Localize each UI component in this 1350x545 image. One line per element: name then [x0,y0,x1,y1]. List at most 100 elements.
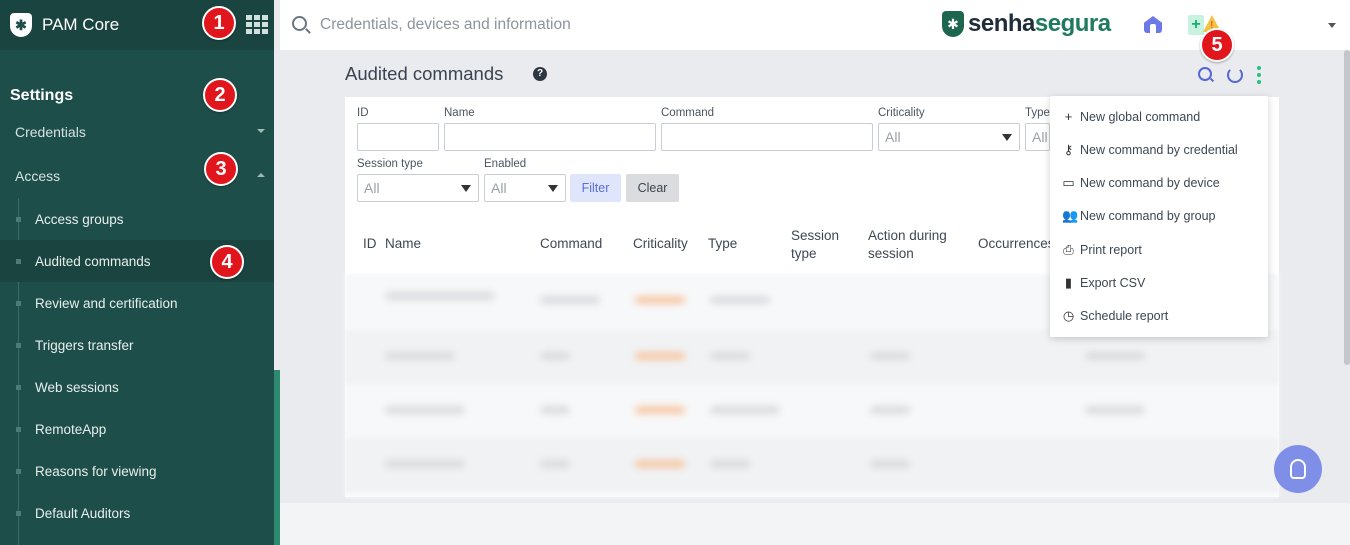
command-filter-label: Command [661,107,715,119]
tips-button[interactable] [1274,445,1322,493]
column-header-type[interactable]: Type [708,235,737,253]
step-marker-5: 5 [1200,28,1234,62]
logo-icon: ✱ [10,13,32,37]
menu-item-new-command-by-credential[interactable]: ⚷ New command by credential [1050,133,1268,166]
step-marker-2: 2 [203,78,237,112]
session-type-select[interactable]: All [357,174,479,202]
criticality-select-value: All [885,129,901,145]
users-icon: 👥 [1062,208,1079,223]
name-filter-input[interactable] [444,123,656,151]
search-toggle-icon[interactable] [1198,67,1212,81]
menu-item-export-csv[interactable]: ▮ Export CSV [1050,266,1268,299]
lightbulb-icon [1290,459,1306,479]
more-options-icon[interactable] [1257,66,1261,84]
dropdown-arrow-icon [1002,134,1012,141]
menu-item-new-command-by-device[interactable]: ▭ New command by device [1050,166,1268,199]
bullet-icon [16,342,21,348]
apps-grid-icon[interactable] [246,15,268,34]
sidebar-item-web-sessions[interactable]: Web sessions [0,366,274,408]
menu-item-new-global-command[interactable]: + New global command [1050,100,1268,133]
column-header-action-during-session[interactable]: Action during session [868,227,968,263]
home-icon[interactable] [1144,16,1162,33]
bullet-icon [16,300,21,306]
criticality-select[interactable]: All [878,123,1020,151]
session-type-select-value: All [364,180,380,196]
sidebar-item-label: Audited commands [35,253,151,269]
sidebar-section-access[interactable]: Access [15,168,60,184]
sidebar-item-remoteapp[interactable]: RemoteApp [0,408,274,450]
menu-item-schedule-report[interactable]: ◷ Schedule report [1050,299,1268,332]
clear-button[interactable]: Clear [626,174,679,202]
user-menu-chevron-icon[interactable] [1328,23,1336,28]
more-options-menu: + New global command ⚷ New command by cr… [1050,96,1268,337]
sidebar-item-default-auditors[interactable]: Default Auditors [0,492,274,534]
sidebar-section-credentials[interactable]: Credentials [15,124,86,140]
bullet-icon [16,216,21,222]
enabled-select[interactable]: All [484,174,566,202]
column-header-criticality[interactable]: Criticality [633,235,688,253]
brand-logo: ✱ senha segura [942,10,1111,38]
sidebar-item-reasons-viewing[interactable]: Reasons for viewing [0,450,274,492]
column-header-session-type[interactable]: Session type [791,227,851,263]
clock-icon: ◷ [1062,308,1075,323]
menu-item-label: Print report [1080,242,1142,257]
menu-item-label: New command by device [1080,175,1220,190]
criticality-filter-label: Criticality [878,107,925,119]
enabled-select-value: All [491,180,507,196]
filter-button[interactable]: Filter [570,174,621,202]
column-header-command[interactable]: Command [540,235,602,253]
command-filter-input[interactable] [661,123,873,151]
help-icon[interactable]: ? [533,67,547,81]
bullet-icon [16,258,21,264]
settings-title: Settings [10,87,74,104]
menu-item-label: New command by group [1080,208,1216,223]
bullet-icon [16,468,21,474]
menu-item-label: New command by credential [1080,142,1238,157]
menu-item-new-command-by-group[interactable]: 👥 New command by group [1050,199,1268,232]
page-title: Audited commands [345,63,504,84]
dropdown-arrow-icon [461,185,471,192]
type-select[interactable]: All [1025,123,1050,151]
type-select-value: All [1032,129,1048,145]
session-type-filter-label: Session type [357,158,423,170]
step-marker-1: 1 [202,6,236,40]
id-filter-label: ID [357,107,369,119]
chevron-down-icon[interactable] [257,129,265,133]
enabled-filter-label: Enabled [484,158,527,170]
sidebar-item-access-groups[interactable]: Access groups [0,198,274,240]
sidebar-item-label: Web sessions [35,379,119,395]
brand-shield-icon: ✱ [942,11,964,37]
sidebar-item-review-certification[interactable]: Review and certification [0,282,274,324]
sidebar-item-label: Reasons for viewing [35,463,157,479]
sidebar-item-label: Default Auditors [35,505,131,521]
dropdown-arrow-icon [548,185,558,192]
step-marker-3: 3 [204,152,238,186]
bullet-icon [16,510,21,516]
sidebar-item-triggers-transfer[interactable]: Triggers transfer [0,324,274,366]
sidebar-item-label: RemoteApp [35,421,107,437]
column-header-name[interactable]: Name [385,235,421,253]
file-icon: ▮ [1064,275,1073,290]
menu-item-label: Export CSV [1080,275,1146,290]
menu-item-label: New global command [1080,109,1201,124]
main-scrollbar[interactable] [1342,50,1350,503]
print-icon: ⎙ [1063,242,1074,257]
column-header-id[interactable]: ID [363,235,377,253]
brand-name-part2: segura [1034,10,1111,37]
new-request-icon[interactable]: + [1188,15,1204,35]
menu-item-print-report[interactable]: ⎙ Print report [1050,233,1268,266]
table-row [345,384,1279,438]
id-filter-input[interactable] [357,123,439,151]
bottom-bar [280,503,1350,545]
refresh-icon[interactable] [1227,67,1243,83]
name-filter-label: Name [444,107,475,119]
key-icon: ⚷ [1063,142,1074,157]
global-search-input[interactable] [320,12,840,38]
bullet-icon [16,426,21,432]
brand-name-part1: senha [968,10,1035,37]
plus-icon: + [1064,109,1073,124]
scrollbar-thumb[interactable] [1344,50,1350,365]
chevron-up-icon[interactable] [257,173,265,177]
sidebar-item-label: Triggers transfer [35,337,134,353]
column-header-occurrences[interactable]: Occurrences [978,235,1050,253]
